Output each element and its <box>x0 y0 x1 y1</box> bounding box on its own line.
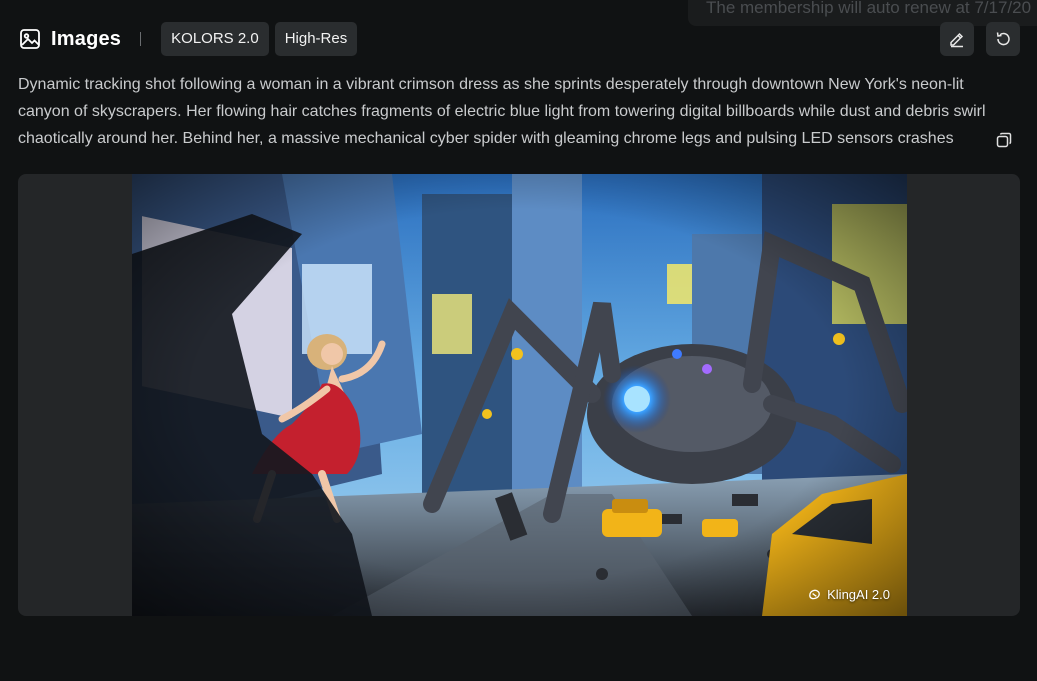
page-title: Images <box>51 27 122 50</box>
prompt-text: Dynamic tracking shot following a woman … <box>18 76 986 147</box>
refresh-icon <box>996 32 1010 46</box>
edit-button[interactable] <box>940 22 974 56</box>
model-tag: KOLORS 2.0 <box>161 22 269 56</box>
regenerate-button[interactable] <box>986 22 1020 56</box>
watermark: KlingAI 2.0 <box>807 587 890 602</box>
pencil-icon <box>950 32 964 48</box>
header-divider <box>140 32 142 46</box>
copy-prompt-button[interactable] <box>993 129 1015 151</box>
klingai-logo-icon <box>809 589 820 600</box>
generation-result-page: The membership will auto renew at 7/17/2… <box>0 0 1037 681</box>
resolution-tag: High-Res <box>274 22 358 56</box>
result-header: Images KOLORS 2.0 High-Res <box>18 21 1020 57</box>
image-preview-panel: KlingAI 2.0 <box>18 174 1020 616</box>
copy-icon <box>996 132 1012 148</box>
image-icon <box>18 27 42 51</box>
generated-image[interactable]: KlingAI 2.0 <box>132 174 907 616</box>
watermark-text: KlingAI 2.0 <box>827 587 890 602</box>
